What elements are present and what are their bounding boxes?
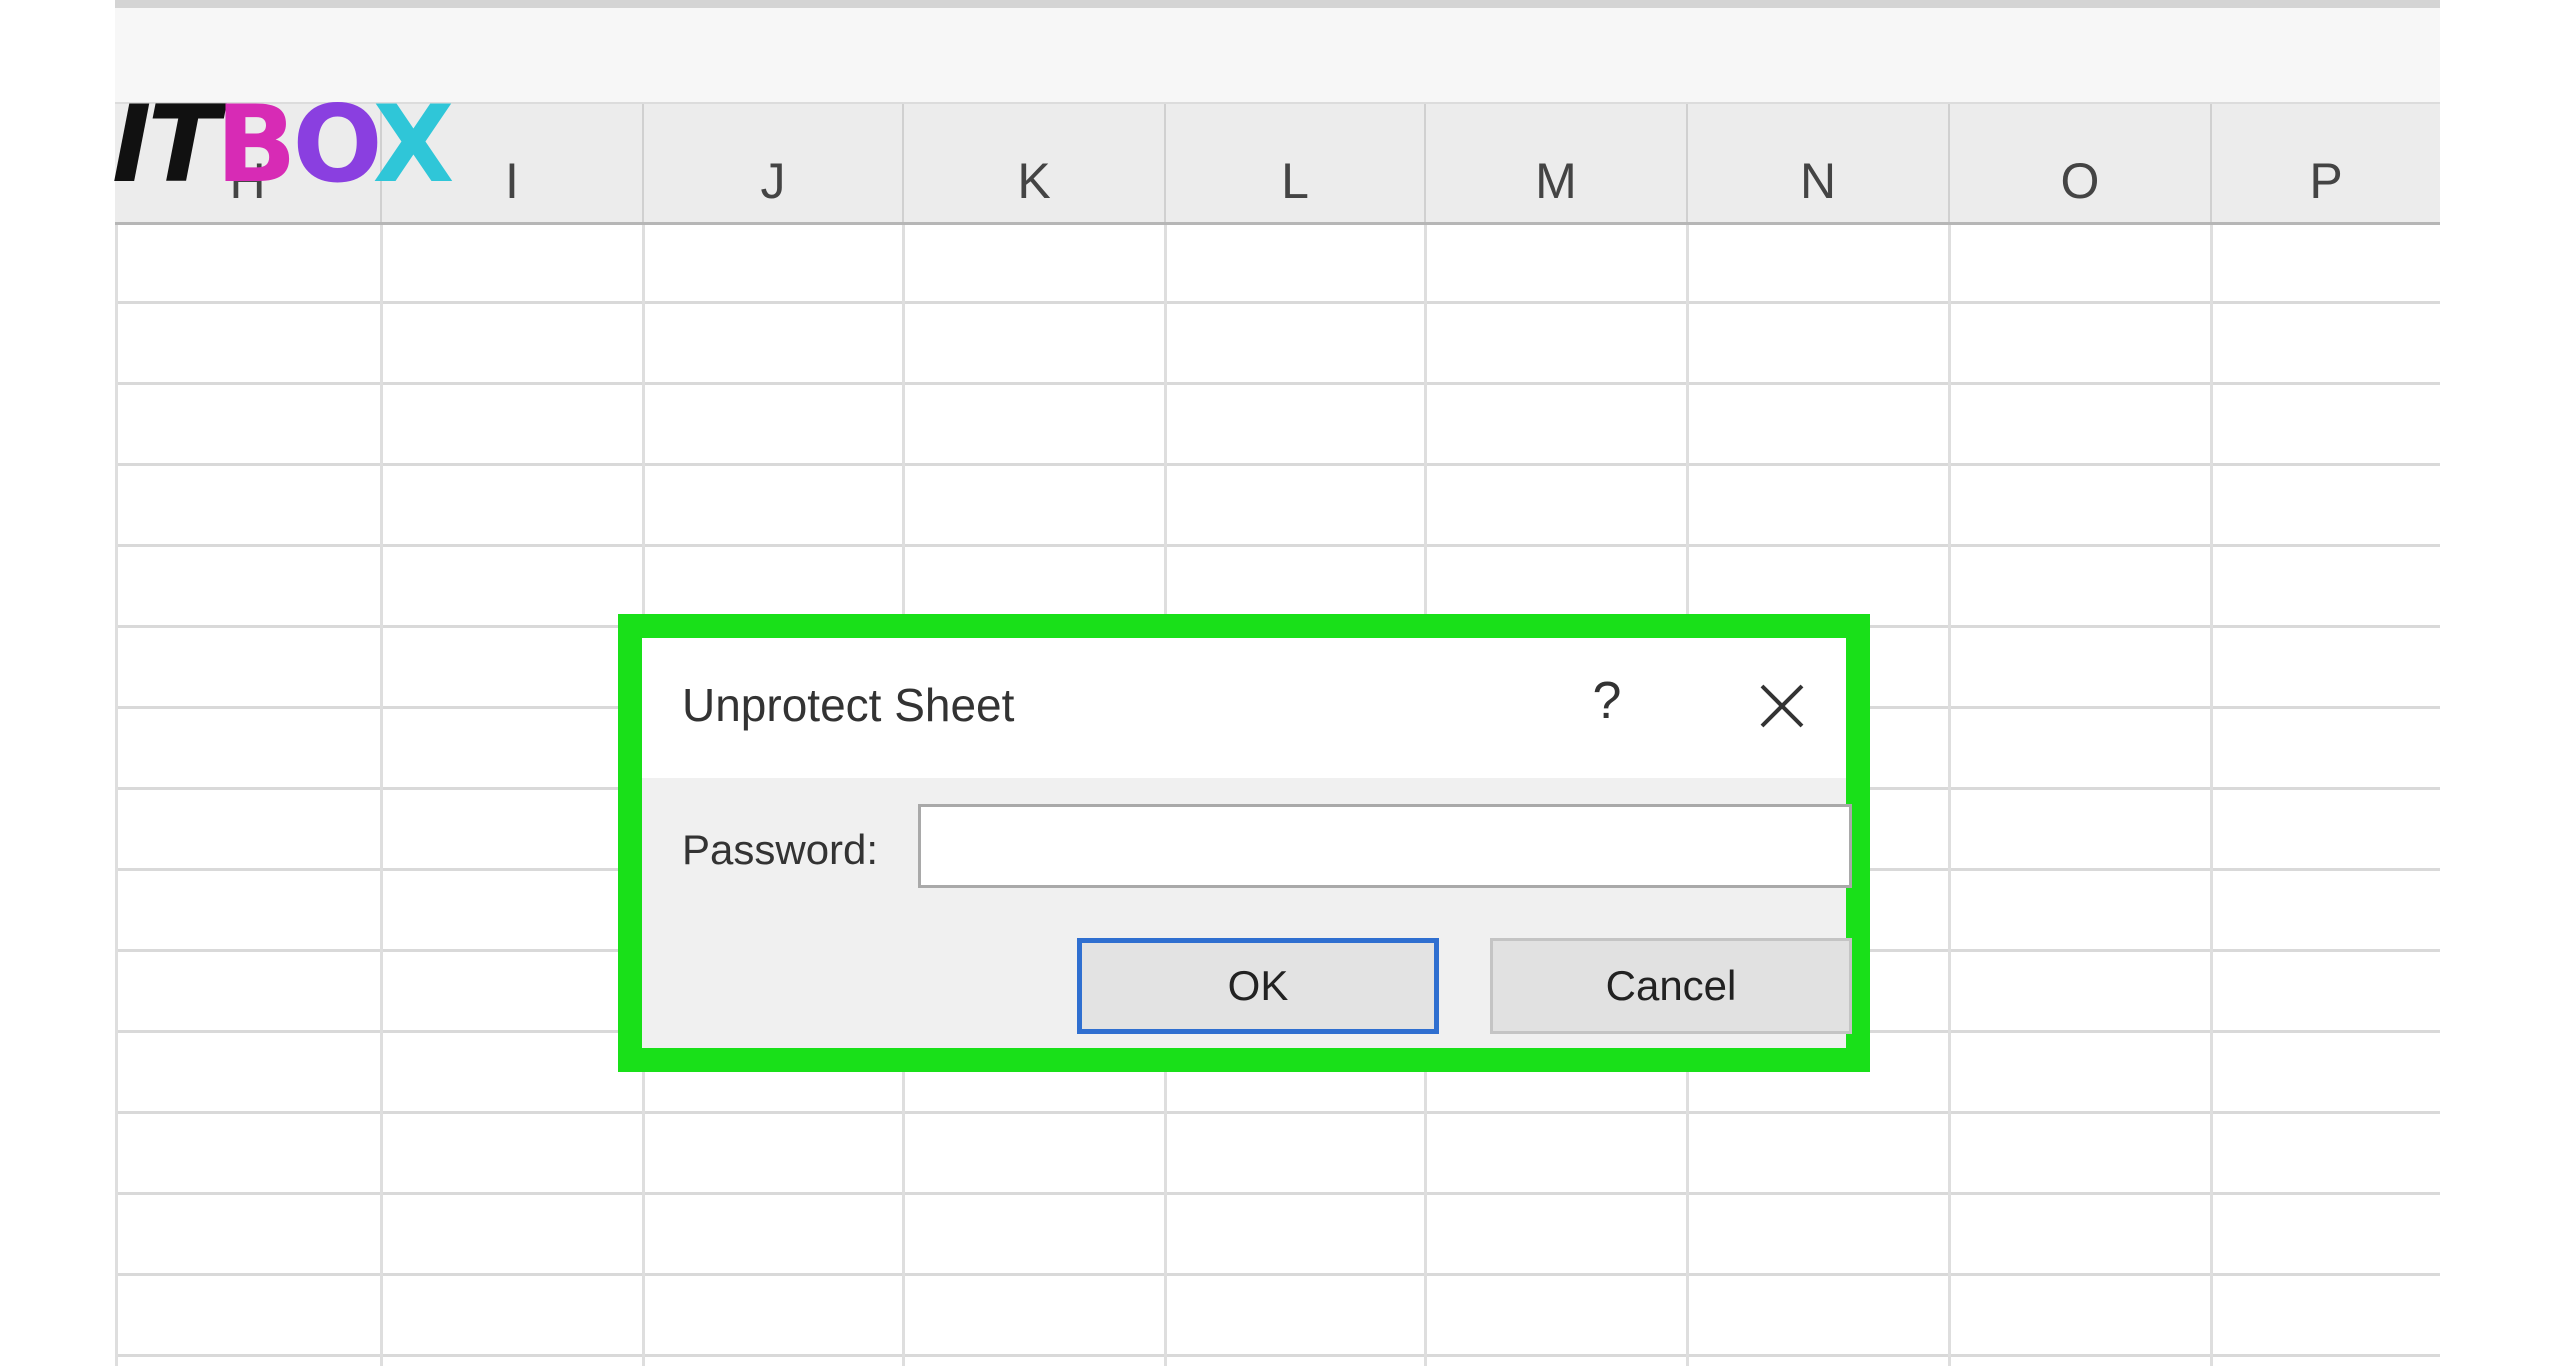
window-top-border xyxy=(115,0,2440,8)
close-button[interactable] xyxy=(1742,666,1822,746)
password-label: Password: xyxy=(682,826,879,873)
column-header-k[interactable]: K xyxy=(904,104,1166,222)
column-header-row: H I J K L M N O P xyxy=(115,104,2440,225)
grid-line xyxy=(1948,225,1951,1366)
grid-line xyxy=(115,225,118,1366)
unprotect-sheet-dialog: Unprotect Sheet ? Password: OK Cancel xyxy=(642,638,1852,1048)
column-header-j[interactable]: J xyxy=(644,104,904,222)
formula-bar-strip xyxy=(115,8,2440,104)
logo-x-text: X xyxy=(372,83,455,206)
logo-b-text: B xyxy=(215,83,297,206)
dialog-title-bar: Unprotect Sheet ? xyxy=(642,638,1846,778)
close-icon xyxy=(1760,684,1804,728)
column-header-n[interactable]: N xyxy=(1688,104,1950,222)
logo-it-text: IT xyxy=(112,83,220,206)
grid-line xyxy=(2210,225,2213,1366)
dialog-title: Unprotect Sheet xyxy=(682,679,1015,731)
password-input[interactable] xyxy=(918,804,1852,888)
column-header-p[interactable]: P xyxy=(2212,104,2440,222)
column-header-o[interactable]: O xyxy=(1950,104,2212,222)
column-header-m[interactable]: M xyxy=(1426,104,1688,222)
dialog-highlight-frame: Unprotect Sheet ? Password: OK Cancel xyxy=(618,614,1870,1072)
logo-o-text: O xyxy=(292,83,383,206)
itbox-logo: IT B O X xyxy=(112,92,454,198)
cancel-button[interactable]: Cancel xyxy=(1490,938,1852,1034)
help-button[interactable]: ? xyxy=(1572,666,1642,736)
screenshot-stage: H I J K L M N O P IT B O X Unprotect She… xyxy=(0,0,2560,1366)
column-header-l[interactable]: L xyxy=(1166,104,1426,222)
grid-line xyxy=(380,225,383,1366)
ok-button[interactable]: OK xyxy=(1077,938,1439,1034)
